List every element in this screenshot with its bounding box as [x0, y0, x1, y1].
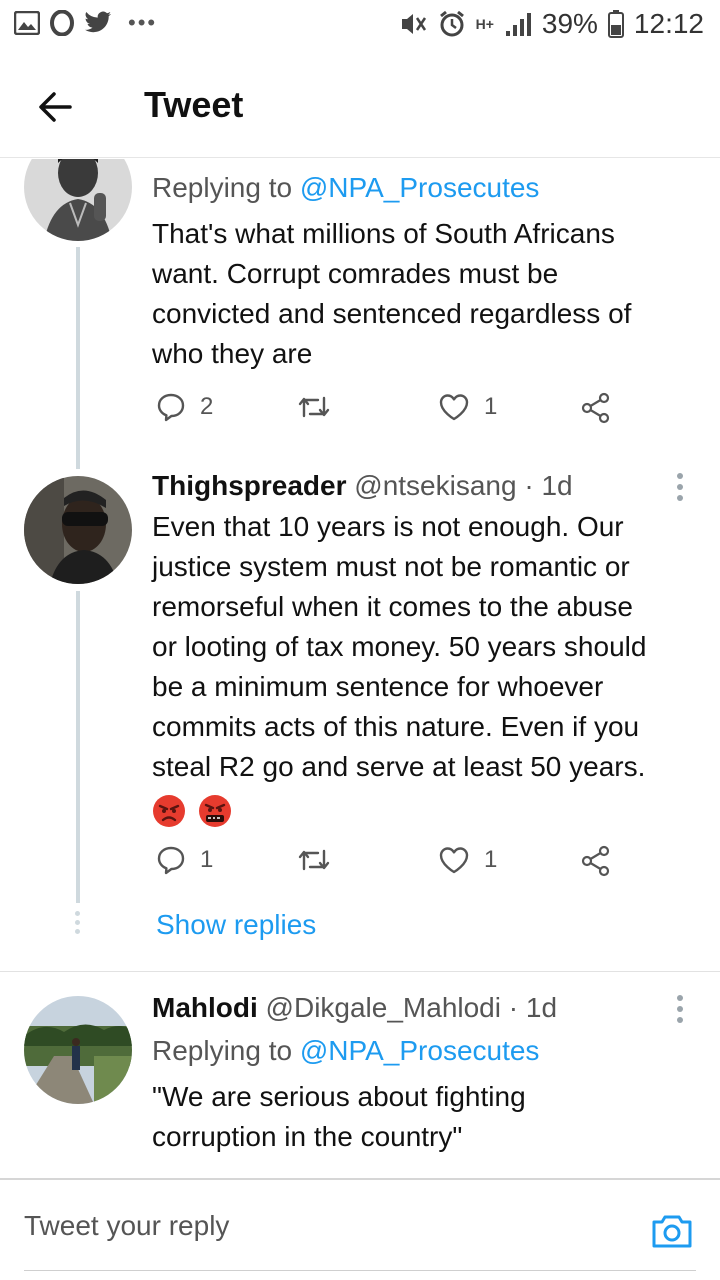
arrow-left-icon [39, 92, 72, 122]
battery-percent: 39% [541, 8, 598, 39]
reply-count: 2 [200, 393, 214, 420]
share-button[interactable] [580, 392, 612, 424]
reply-icon [157, 393, 185, 422]
retweet-button[interactable] [296, 845, 332, 875]
twitter-bird-icon [85, 11, 111, 33]
tweet-actions: 2 1 [152, 392, 622, 432]
retweet-icon [298, 849, 330, 871]
more-options-button[interactable] [668, 473, 692, 513]
reply-count: 1 [200, 846, 214, 873]
author-handle[interactable]: @ntsekisang [354, 470, 516, 501]
like-count: 1 [484, 393, 498, 420]
tweet-text: Even that 10 years is not enough. Our ju… [152, 507, 646, 829]
tweet-thread: Replying to @NPA_Prosecutes That's what … [0, 159, 720, 1179]
avatar[interactable] [24, 159, 132, 241]
reply-button[interactable]: 2 [156, 392, 213, 422]
emoji-row [152, 789, 646, 829]
thread-dots [74, 911, 82, 938]
tweet-time: · 1d [508, 992, 558, 1023]
reply-input[interactable]: Tweet your reply [24, 1210, 229, 1242]
more-notifications-icon: ••• [128, 10, 158, 35]
author-handle[interactable]: @Dikgale_Mahlodi [266, 992, 501, 1023]
heart-icon [439, 847, 469, 874]
thread-line [76, 247, 80, 469]
gallery-icon [14, 11, 40, 35]
like-button[interactable]: 1 [438, 845, 497, 875]
status-bar: ••• H+ 39% 12:12 [0, 0, 720, 50]
camera-icon [652, 1215, 692, 1248]
retweet-icon [298, 396, 330, 418]
app-header: Tweet [0, 52, 720, 158]
share-button[interactable] [580, 845, 612, 877]
retweet-button[interactable] [296, 392, 332, 422]
heart-icon [439, 394, 469, 421]
divider [0, 971, 720, 972]
avatar[interactable] [24, 996, 132, 1104]
show-replies-link[interactable]: Show replies [156, 909, 316, 941]
mute-vibrate-icon [401, 14, 426, 34]
replying-to: Replying to @NPA_Prosecutes [152, 172, 540, 203]
like-button[interactable]: 1 [438, 392, 497, 422]
tweet-actions: 1 1 [152, 845, 622, 885]
battery-icon [607, 10, 624, 38]
tweet-text: That's what millions of South Africans w… [152, 218, 632, 369]
tweet-meta: Thighspreader @ntsekisang · 1d [152, 468, 573, 504]
like-count: 1 [484, 846, 498, 873]
reply-button[interactable]: 1 [156, 845, 213, 875]
reply-composer: Tweet your reply [0, 1178, 720, 1280]
face-with-symbols-on-mouth-icon [198, 794, 231, 827]
mention-link[interactable]: @NPA_Prosecutes [300, 1035, 540, 1066]
share-icon [581, 392, 610, 424]
reply-icon [157, 846, 185, 875]
opera-icon [50, 10, 74, 36]
more-options-button[interactable] [668, 995, 692, 1035]
share-icon [581, 845, 610, 877]
author-name[interactable]: Mahlodi [152, 992, 258, 1023]
input-underline [24, 1270, 696, 1271]
page-title: Tweet [144, 84, 244, 125]
author-name[interactable]: Thighspreader [152, 470, 346, 501]
angry-face-icon [153, 794, 185, 827]
tweet-meta: Mahlodi @Dikgale_Mahlodi · 1d [152, 990, 557, 1026]
alarm-icon [439, 10, 464, 37]
tweet-time: · 1d [524, 470, 573, 501]
avatar[interactable] [24, 476, 132, 584]
thread-line [76, 591, 80, 903]
network-type: H+ [475, 16, 494, 32]
back-button[interactable] [30, 82, 80, 132]
replying-to: Replying to @NPA_Prosecutes [152, 1035, 540, 1066]
tweet-text: "We are serious about fighting corruptio… [152, 1081, 526, 1152]
camera-button[interactable] [650, 1208, 694, 1252]
signal-icon [505, 13, 531, 36]
clock: 12:12 [633, 8, 704, 39]
mention-link[interactable]: @NPA_Prosecutes [300, 172, 540, 203]
